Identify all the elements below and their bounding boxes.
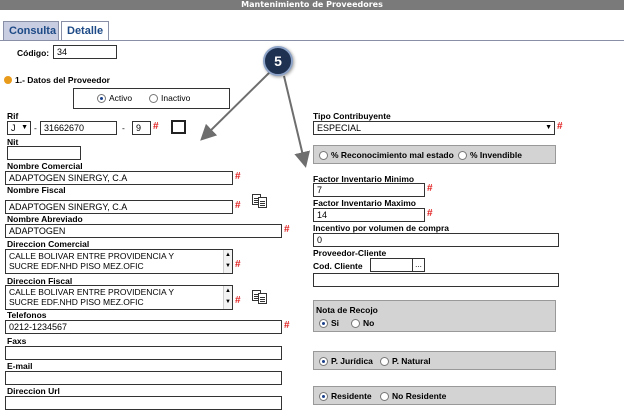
callout-badge: 5 [263, 46, 293, 76]
callout-arrows [200, 71, 310, 168]
callout-arrow [283, 75, 310, 168]
callout-arrow [200, 71, 271, 141]
